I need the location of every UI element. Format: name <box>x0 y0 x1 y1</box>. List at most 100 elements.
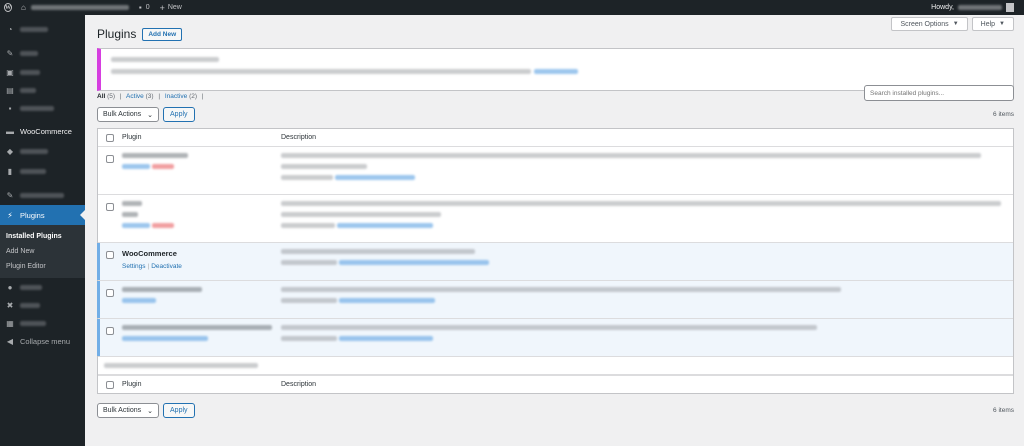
tablenav-top: Bulk Actions ⌄ Apply 6 items <box>97 107 1014 122</box>
plugin-name-redacted <box>122 287 202 292</box>
sidebar-label-redacted <box>20 87 36 93</box>
plugin-link-redacted[interactable] <box>339 260 489 265</box>
delete-link-redacted[interactable] <box>152 223 174 228</box>
sidebar-item-products[interactable]: ◆ <box>0 141 85 161</box>
settings-link[interactable]: Settings <box>122 263 146 270</box>
sidebar-item-pages[interactable]: ▤ <box>0 81 85 99</box>
sidebar-item-label: Plugins <box>20 210 45 220</box>
column-description: Description <box>281 134 317 141</box>
help-button[interactable]: Help ▼ <box>971 17 1014 31</box>
notice-title-redacted <box>111 57 219 62</box>
bulk-actions-label: Bulk Actions <box>103 111 142 118</box>
notice-link-redacted[interactable] <box>534 69 578 74</box>
help-label: Help <box>980 20 996 28</box>
settings-icon: ▦ <box>6 318 14 328</box>
plugin-link-redacted[interactable] <box>337 223 433 228</box>
howdy-text: Howdy, <box>931 4 954 11</box>
select-all-checkbox-footer[interactable] <box>106 380 114 389</box>
sidebar-item-settings[interactable]: ▦ <box>0 314 85 332</box>
filter-active[interactable]: Active (3) <box>126 93 153 100</box>
submenu-plugin-editor[interactable]: Plugin Editor <box>0 259 85 274</box>
plugin-name-redacted <box>122 201 142 206</box>
filter-inactive[interactable]: Inactive (2) <box>165 93 197 100</box>
version-info-redacted <box>281 298 337 303</box>
activate-link-redacted[interactable] <box>122 164 150 169</box>
comments-menu[interactable]: ▪ 0 <box>134 0 155 15</box>
activate-link-redacted[interactable] <box>122 223 150 228</box>
version-info-redacted <box>281 175 333 180</box>
apply-button[interactable]: Apply <box>163 107 195 122</box>
site-name-redacted <box>30 5 129 10</box>
sidebar-label-redacted <box>20 69 40 75</box>
plugin-name-redacted <box>122 212 138 217</box>
plugin-name: WooCommerce <box>122 249 177 258</box>
wrench-icon: ✖ <box>6 300 14 310</box>
sidebar-label-redacted <box>20 192 64 198</box>
sidebar-item-dashboard[interactable]: ◔ <box>0 19 85 39</box>
add-new-plugin-button[interactable]: Add New <box>142 27 183 41</box>
row-actions-redacted[interactable] <box>122 336 208 341</box>
dashboard-icon: ◔ <box>7 24 13 34</box>
table-row <box>97 319 1013 357</box>
version-info-redacted <box>281 223 335 228</box>
bulk-actions-select-bottom[interactable]: Bulk Actions ⌄ <box>97 403 160 418</box>
select-all-checkbox[interactable] <box>106 133 114 142</box>
page-title: Plugins <box>97 27 137 41</box>
filter-all[interactable]: All (5) <box>97 93 115 100</box>
plugin-link-redacted[interactable] <box>339 298 435 303</box>
deactivate-link[interactable]: Deactivate <box>151 263 182 270</box>
row-text-redacted <box>104 363 258 368</box>
description-redacted <box>281 201 1001 206</box>
sidebar-item-analytics[interactable]: ▮ <box>0 161 85 181</box>
sidebar-item-posts[interactable]: ✎ <box>0 43 85 63</box>
plugin-link-redacted[interactable] <box>339 336 433 341</box>
deactivate-link-redacted[interactable] <box>122 298 156 303</box>
collapse-menu-button[interactable]: ◀ Collapse menu <box>0 332 85 350</box>
row-checkbox[interactable] <box>106 327 114 335</box>
search-plugins-input[interactable] <box>864 85 1014 101</box>
screen-meta-links: Screen Options ▼ Help ▼ <box>891 17 1014 31</box>
sidebar-item-tools[interactable]: ✖ <box>0 296 85 314</box>
new-content-menu[interactable]: + New <box>155 0 187 15</box>
sidebar-item-users[interactable]: ● <box>0 278 85 296</box>
row-checkbox[interactable] <box>106 203 114 211</box>
submenu-installed-plugins[interactable]: Installed Plugins <box>0 229 85 244</box>
column-plugin-footer[interactable]: Plugin <box>122 381 281 388</box>
filter-inactive-label: Inactive <box>164 93 188 100</box>
description-redacted <box>281 164 367 169</box>
screen-options-button[interactable]: Screen Options ▼ <box>891 17 968 31</box>
submenu-add-new[interactable]: Add New <box>0 244 85 259</box>
filter-active-label: Active <box>126 93 144 100</box>
items-count-bottom: 6 items <box>993 407 1014 414</box>
table-row <box>98 195 1013 243</box>
row-checkbox[interactable] <box>106 289 114 297</box>
column-plugin[interactable]: Plugin <box>122 134 281 141</box>
sidebar-item-appearance[interactable]: ✎ <box>0 185 85 205</box>
version-info-redacted <box>281 260 337 265</box>
screen-options-label: Screen Options <box>900 20 949 28</box>
filter-all-label: All <box>97 93 106 100</box>
row-checkbox[interactable] <box>106 251 114 259</box>
chevron-down-icon: ⌄ <box>147 111 154 119</box>
products-icon: ◆ <box>6 146 14 156</box>
sidebar-item-media[interactable]: ▣ <box>0 63 85 81</box>
row-actions: Settings | Deactivate <box>122 263 182 270</box>
table-header: Plugin Description <box>98 129 1013 147</box>
plugin-link-redacted[interactable] <box>335 175 415 180</box>
account-menu[interactable]: Howdy, <box>931 3 1024 12</box>
sidebar-label-redacted <box>20 168 46 174</box>
apply-button-bottom[interactable]: Apply <box>163 403 195 418</box>
plugin-icon: ⚡ <box>7 210 13 220</box>
site-name-menu[interactable]: ⌂ <box>16 0 134 15</box>
row-checkbox[interactable] <box>106 155 114 163</box>
caret-down-icon: ▼ <box>999 21 1005 27</box>
wordpress-logo-menu[interactable]: W <box>0 0 16 15</box>
sidebar-item-comments[interactable]: ▪ <box>0 99 85 117</box>
delete-link-redacted[interactable] <box>152 164 174 169</box>
comments-count: 0 <box>145 4 150 11</box>
table-footer: Plugin Description <box>98 375 1013 393</box>
bulk-actions-select[interactable]: Bulk Actions ⌄ <box>97 107 160 122</box>
sidebar-item-plugins[interactable]: ⚡ Plugins <box>0 205 85 225</box>
caret-down-icon: ▼ <box>952 21 959 27</box>
sidebar-item-woocommerce[interactable]: ▬ WooCommerce <box>0 121 85 141</box>
